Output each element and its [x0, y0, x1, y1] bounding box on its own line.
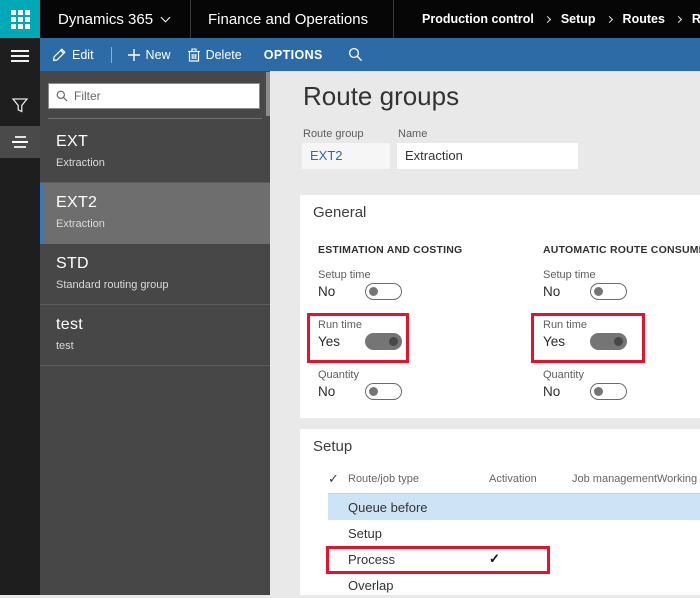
route-group-field-label: Route group	[303, 128, 364, 140]
waffle-icon	[11, 10, 30, 29]
route-group-list: EXT Extraction EXT2 Extraction STD Stand…	[40, 122, 270, 366]
run-time-value: Yes	[318, 334, 365, 349]
quantity-value: No	[318, 384, 365, 399]
quantity-label: Quantity	[543, 369, 584, 381]
navigation-rail	[0, 38, 40, 595]
chevron-down-icon	[161, 12, 171, 22]
product-menu-button[interactable]: Dynamics 365	[58, 0, 169, 38]
setup-time-value: No	[318, 284, 365, 299]
name-field-label: Name	[398, 128, 427, 140]
action-toolbar: Edit New Delete OPTIONS	[40, 38, 700, 71]
pencil-icon	[52, 48, 66, 62]
table-header-row: ✓ Route/job type Activation Job manageme…	[328, 465, 700, 494]
rail-filter-button[interactable]	[0, 92, 40, 118]
options-menu-button[interactable]: OPTIONS	[264, 48, 323, 62]
setup-time-label: Setup time	[543, 269, 596, 281]
topbar-divider	[393, 0, 394, 38]
setup-time-toggle[interactable]	[365, 283, 402, 300]
list-item-test[interactable]: test test	[40, 305, 270, 366]
table-row-process[interactable]: Process ✓	[328, 546, 700, 572]
list-item-ext[interactable]: EXT Extraction	[40, 122, 270, 183]
quantity-toggle[interactable]	[365, 383, 402, 400]
select-all-check-icon[interactable]: ✓	[328, 471, 348, 487]
quantity-label: Quantity	[318, 369, 359, 381]
app-launcher-button[interactable]	[0, 0, 40, 38]
route-job-type-table: ✓ Route/job type Activation Job manageme…	[328, 465, 700, 598]
column-header-route-job-type[interactable]: Route/job type	[348, 473, 485, 485]
rail-list-view-button-active[interactable]	[0, 126, 40, 158]
list-lines-icon	[11, 136, 29, 149]
edit-button[interactable]: Edit	[52, 48, 94, 62]
delete-button[interactable]: Delete	[188, 48, 242, 62]
run-time-label: Run time	[543, 319, 587, 331]
product-name: Dynamics 365	[58, 11, 153, 28]
run-time-label: Run time	[318, 319, 362, 331]
filter-input[interactable]	[74, 89, 252, 103]
column-header-working-time[interactable]: Working time	[657, 473, 700, 485]
breadcrumb-setup[interactable]: Setup	[561, 12, 596, 26]
plus-icon	[128, 49, 140, 61]
new-button[interactable]: New	[128, 48, 171, 62]
list-item-std[interactable]: STD Standard routing group	[40, 244, 270, 305]
top-navigation-bar: Dynamics 365 Finance and Operations Prod…	[0, 0, 700, 38]
breadcrumb-production-control[interactable]: Production control	[422, 12, 534, 26]
run-time-toggle[interactable]	[365, 333, 402, 350]
activation-check-icon: ✓	[485, 551, 572, 567]
page-title: Route groups	[303, 81, 459, 112]
general-section-header[interactable]: General	[313, 204, 366, 221]
funnel-filter-icon	[12, 98, 28, 113]
breadcrumb-route-groups[interactable]: Route groups	[692, 12, 700, 26]
breadcrumb: Production control Setup Routes Route gr…	[422, 0, 700, 38]
filter-box[interactable]	[48, 83, 260, 109]
setup-time-toggle[interactable]	[590, 283, 627, 300]
trash-icon	[188, 48, 200, 62]
table-row-overlap[interactable]: Overlap	[328, 572, 700, 598]
chevron-right-icon	[544, 15, 551, 22]
column-header-job-management[interactable]: Job management	[572, 473, 657, 485]
toolbar-divider	[111, 47, 112, 63]
panel-divider	[48, 118, 262, 119]
group-header: ESTIMATION AND COSTING	[318, 244, 462, 256]
record-list-panel: EXT Extraction EXT2 Extraction STD Stand…	[40, 71, 270, 595]
chevron-right-icon	[675, 15, 682, 22]
search-icon	[348, 47, 363, 62]
chevron-right-icon	[606, 15, 613, 22]
topbar-divider	[190, 0, 191, 38]
hamburger-icon	[11, 50, 29, 62]
general-section: General ESTIMATION AND COSTING Setup tim…	[300, 195, 700, 418]
search-icon	[56, 90, 68, 102]
setup-section-header[interactable]: Setup	[313, 438, 352, 455]
breadcrumb-routes[interactable]: Routes	[623, 12, 665, 26]
suite-name-link[interactable]: Finance and Operations	[208, 0, 368, 38]
setup-time-label: Setup time	[318, 269, 371, 281]
group-header: AUTOMATIC ROUTE CONSUMPTION	[543, 244, 700, 256]
run-time-toggle[interactable]	[590, 333, 627, 350]
route-group-field[interactable]: EXT2	[302, 143, 390, 169]
table-row-setup[interactable]: Setup	[328, 520, 700, 546]
table-row-queue-before[interactable]: Queue before	[328, 494, 700, 520]
list-item-ext2-selected[interactable]: EXT2 Extraction	[40, 183, 270, 244]
name-field[interactable]: Extraction	[397, 143, 578, 169]
toolbar-search-button[interactable]	[348, 47, 363, 62]
column-header-activation[interactable]: Activation	[485, 473, 572, 485]
setup-section: Setup ✓ Route/job type Activation Job ma…	[300, 429, 700, 595]
hamburger-menu-button[interactable]	[0, 44, 40, 68]
quantity-toggle[interactable]	[590, 383, 627, 400]
run-time-value: Yes	[543, 334, 590, 349]
quantity-value: No	[543, 384, 590, 399]
setup-time-value: No	[543, 284, 590, 299]
main-content: Route groups Route group Name EXT2 Extra…	[270, 71, 700, 595]
